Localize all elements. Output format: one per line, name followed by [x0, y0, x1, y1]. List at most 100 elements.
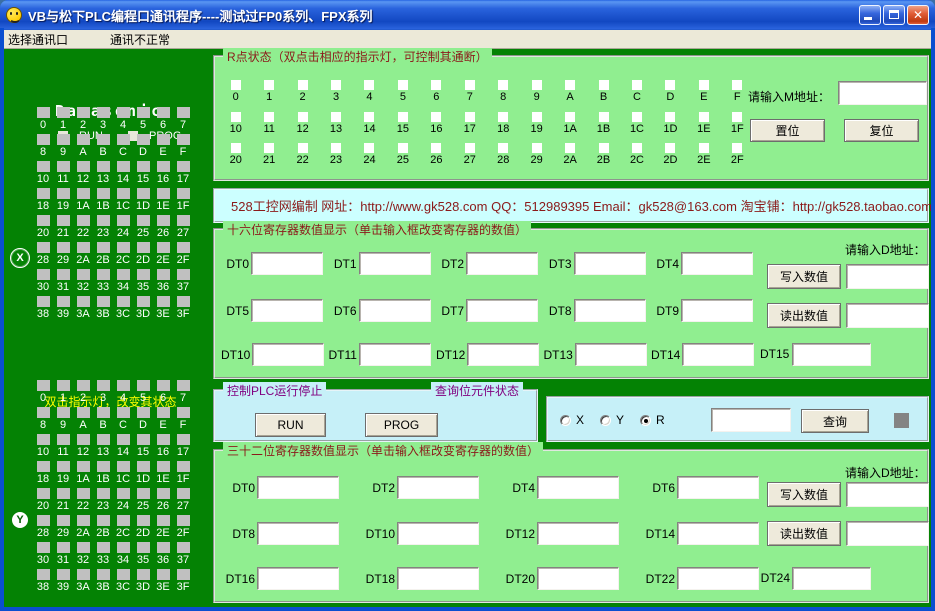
register-input-dt2[interactable]: [397, 476, 479, 499]
indicator-lamp[interactable]: [364, 80, 375, 90]
indicator-lamp[interactable]: [698, 80, 709, 90]
register-input-dt8[interactable]: [573, 299, 646, 322]
indicator-lamp[interactable]: [364, 143, 375, 153]
indicator-lamp[interactable]: [96, 161, 110, 172]
indicator-lamp[interactable]: [56, 107, 70, 118]
register-input-dt18[interactable]: [397, 567, 479, 590]
reg32-read-button[interactable]: 读出数值: [767, 521, 841, 546]
indicator-lamp[interactable]: [176, 434, 190, 445]
indicator-lamp[interactable]: [565, 111, 576, 122]
indicator-lamp[interactable]: [36, 296, 50, 307]
indicator-lamp[interactable]: [96, 380, 110, 391]
close-button[interactable]: ✕: [907, 5, 929, 25]
indicator-lamp[interactable]: [598, 143, 609, 153]
register-input-dt6[interactable]: [677, 476, 759, 499]
indicator-lamp[interactable]: [116, 242, 130, 253]
indicator-lamp[interactable]: [156, 461, 170, 472]
m-address-input[interactable]: [838, 81, 927, 105]
indicator-lamp[interactable]: [136, 434, 150, 445]
reg16-write-input[interactable]: [846, 264, 929, 289]
indicator-lamp[interactable]: [156, 188, 170, 199]
indicator-lamp[interactable]: [36, 242, 50, 253]
indicator-lamp[interactable]: [264, 143, 275, 153]
indicator-lamp[interactable]: [76, 569, 90, 580]
indicator-lamp[interactable]: [464, 111, 475, 122]
indicator-lamp[interactable]: [96, 134, 110, 145]
indicator-lamp[interactable]: [498, 111, 509, 122]
indicator-lamp[interactable]: [96, 569, 110, 580]
register-input-dt3[interactable]: [573, 252, 646, 275]
indicator-lamp[interactable]: [76, 542, 90, 553]
indicator-lamp[interactable]: [116, 215, 130, 226]
indicator-lamp[interactable]: [116, 434, 130, 445]
indicator-lamp[interactable]: [176, 407, 190, 418]
set-bit-button[interactable]: 置位: [750, 119, 825, 142]
indicator-lamp[interactable]: [36, 188, 50, 199]
indicator-lamp[interactable]: [331, 111, 342, 122]
indicator-lamp[interactable]: [76, 161, 90, 172]
indicator-lamp[interactable]: [76, 188, 90, 199]
indicator-lamp[interactable]: [156, 134, 170, 145]
indicator-lamp[interactable]: [116, 461, 130, 472]
register-input-dt14[interactable]: [677, 522, 759, 545]
maximize-button[interactable]: [883, 5, 905, 25]
query-button[interactable]: 查询: [801, 409, 869, 433]
plc-run-button[interactable]: RUN: [255, 413, 326, 437]
indicator-lamp[interactable]: [176, 380, 190, 391]
indicator-lamp[interactable]: [156, 242, 170, 253]
indicator-lamp[interactable]: [230, 143, 241, 153]
indicator-lamp[interactable]: [76, 134, 90, 145]
indicator-lamp[interactable]: [56, 407, 70, 418]
indicator-lamp[interactable]: [116, 134, 130, 145]
indicator-lamp[interactable]: [665, 111, 676, 122]
indicator-lamp[interactable]: [264, 80, 275, 90]
indicator-lamp[interactable]: [498, 143, 509, 153]
element-type-radio-x[interactable]: X: [560, 413, 584, 427]
indicator-lamp[interactable]: [565, 143, 576, 153]
indicator-lamp[interactable]: [56, 215, 70, 226]
register-input-dt1[interactable]: [358, 252, 431, 275]
indicator-lamp[interactable]: [36, 542, 50, 553]
indicator-lamp[interactable]: [136, 215, 150, 226]
indicator-lamp[interactable]: [136, 134, 150, 145]
indicator-lamp[interactable]: [631, 80, 642, 90]
register-input-dt12[interactable]: [537, 522, 619, 545]
indicator-lamp[interactable]: [156, 269, 170, 280]
indicator-lamp[interactable]: [96, 515, 110, 526]
indicator-lamp[interactable]: [176, 461, 190, 472]
indicator-lamp[interactable]: [76, 434, 90, 445]
indicator-lamp[interactable]: [397, 143, 408, 153]
indicator-lamp[interactable]: [36, 215, 50, 226]
indicator-lamp[interactable]: [156, 434, 170, 445]
indicator-lamp[interactable]: [732, 143, 743, 153]
indicator-lamp[interactable]: [176, 134, 190, 145]
indicator-lamp[interactable]: [116, 296, 130, 307]
indicator-lamp[interactable]: [531, 143, 542, 153]
register-input-dt13[interactable]: [574, 343, 647, 366]
indicator-lamp[interactable]: [96, 461, 110, 472]
indicator-lamp[interactable]: [176, 107, 190, 118]
indicator-lamp[interactable]: [498, 80, 509, 90]
register-input-dt10[interactable]: [252, 343, 325, 366]
indicator-lamp[interactable]: [56, 542, 70, 553]
indicator-lamp[interactable]: [176, 188, 190, 199]
register-input-dt5[interactable]: [251, 299, 323, 322]
indicator-lamp[interactable]: [331, 80, 342, 90]
indicator-lamp[interactable]: [176, 515, 190, 526]
indicator-lamp[interactable]: [136, 242, 150, 253]
indicator-lamp[interactable]: [36, 488, 50, 499]
indicator-lamp[interactable]: [76, 407, 90, 418]
indicator-lamp[interactable]: [36, 134, 50, 145]
indicator-lamp[interactable]: [431, 143, 442, 153]
indicator-lamp[interactable]: [56, 488, 70, 499]
indicator-lamp[interactable]: [156, 161, 170, 172]
indicator-lamp[interactable]: [364, 111, 375, 122]
query-address-input[interactable]: [711, 408, 791, 432]
indicator-lamp[interactable]: [76, 380, 90, 391]
indicator-lamp[interactable]: [116, 380, 130, 391]
menu-select-port[interactable]: 选择通讯口: [0, 30, 76, 49]
indicator-lamp[interactable]: [116, 542, 130, 553]
element-type-radio-y[interactable]: Y: [600, 413, 624, 427]
indicator-lamp[interactable]: [136, 461, 150, 472]
indicator-lamp[interactable]: [56, 296, 70, 307]
